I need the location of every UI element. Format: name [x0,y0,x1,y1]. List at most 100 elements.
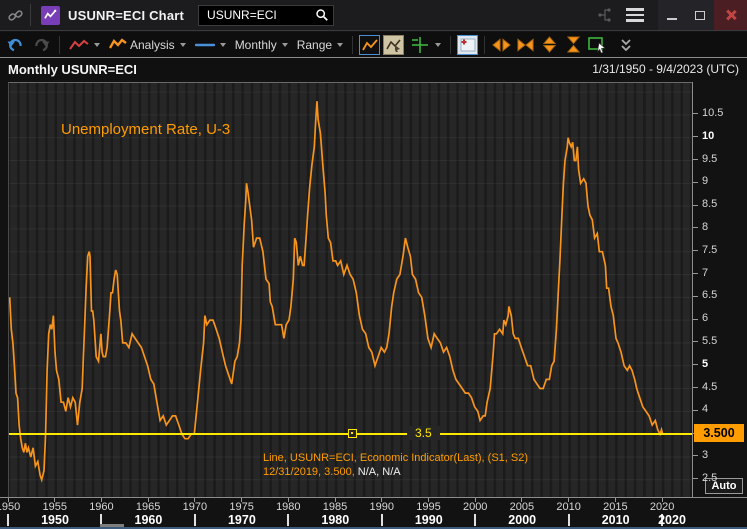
more-tools-button[interactable] [617,36,635,54]
y-tick-mark [693,296,698,297]
y-tick-mark [693,455,698,456]
line-color-button[interactable] [192,40,229,50]
analysis-dropdown[interactable]: Analysis [106,36,189,54]
x-tick-label: 2020 [645,501,679,513]
y-tick-mark [693,113,698,114]
x-tick-label: 1950 [0,501,25,513]
chevron-down-icon [282,43,288,47]
titlebar-right-controls [590,0,747,30]
chevron-down-icon [180,43,186,47]
chain-link-icon [8,8,23,23]
legend-line1: Line, USUNR=ECI, Economic Indicator(Last… [263,451,528,465]
layout-link-button[interactable] [590,0,620,30]
undo-button[interactable] [4,34,27,55]
window-controls [658,0,747,30]
interval-dropdown[interactable]: Monthly [232,36,291,54]
y-tick-label: 5 [702,358,708,370]
link-channel-button[interactable] [0,8,30,23]
undo-icon [7,36,24,53]
red-zigzag-icon [69,38,89,52]
chevron-down-icon [94,43,100,47]
x-decade-label: 1980 [312,513,358,527]
y-tick-label: 7.5 [702,244,717,256]
trend-line-handle[interactable] [348,429,357,438]
compress-horizontal-icon [516,37,535,53]
titlebar-divider [30,4,31,26]
range-dropdown[interactable]: Range [294,36,346,54]
x-tick-label: 1955 [38,501,72,513]
close-icon [725,9,737,21]
close-button[interactable] [714,0,747,30]
chevron-down-icon [220,43,226,47]
y-tick-label: 2.5 [702,472,717,484]
chart-toolbar: Analysis Monthly Range [0,32,747,57]
symbol-search-box[interactable] [198,5,334,26]
y-tick-label: 5.5 [702,335,717,347]
analysis-label: Analysis [130,38,175,52]
x-decade-tick [568,514,570,526]
chart-app-icon [41,6,60,25]
hand-chart-icon [386,38,402,52]
double-chevron-down-icon [620,38,632,52]
maximize-button[interactable] [686,0,714,30]
series-legend: Line, USUNR=ECI, Economic Indicator(Last… [263,451,528,479]
y-tick-mark [693,205,698,206]
y-tick-mark [693,364,698,365]
x-decade-tick [194,514,196,526]
pointer-analysis-button[interactable] [383,35,404,55]
y-tick-mark [693,273,698,274]
chart-type-button[interactable] [359,35,380,55]
compress-horizontal-button[interactable] [515,35,536,55]
y-tick-label: 4.5 [702,381,717,393]
x-tick-label: 2000 [458,501,492,513]
plot-area[interactable]: Unemployment Rate, U-3 3.5 Line, USUNR=E… [8,82,692,497]
y-tick-label: 6.5 [702,289,717,301]
y-tick-mark [693,387,698,388]
legend-line2: 12/31/2019, 3.500, N/A, N/A [263,465,528,479]
x-tick-label: 1970 [178,501,212,513]
y-tick-label: 8.5 [702,198,717,210]
line-chart-icon [362,38,378,52]
title-bar: USUNR=ECI Chart [0,0,747,31]
toolbar-divider [450,36,451,54]
zigzag-chart-icon [44,9,57,22]
x-tick-label: 2005 [505,501,539,513]
minimize-icon [667,18,677,20]
redo-button[interactable] [30,34,53,55]
y-tick-mark [693,319,698,320]
y-tick-mark [693,250,698,251]
y-tick-label: 8 [702,221,708,233]
y-tick-mark [693,227,698,228]
add-subchart-button[interactable] [457,35,478,55]
app-title: USUNR=ECI Chart [68,8,184,23]
compress-vertical-icon [565,36,582,53]
line-style-button[interactable] [66,36,103,54]
y-tick-label: 9.5 [702,153,717,165]
axis-tools-button[interactable] [407,34,444,56]
compress-vertical-button[interactable] [563,35,584,55]
x-tick-label: 1975 [225,501,259,513]
toolbar-divider [352,36,353,54]
x-decade-label: 1950 [32,513,78,527]
search-icon[interactable] [315,8,329,22]
x-decade-tick [381,514,383,526]
interval-label: Monthly [235,38,277,52]
expand-horizontal-icon [492,37,511,53]
x-decade-label: 2020 [649,513,695,527]
expand-vertical-button[interactable] [539,35,560,55]
minimize-button[interactable] [658,0,686,30]
y-tick-mark [693,341,698,342]
y-tick-label: 3 [702,449,708,461]
y-tick-label: 6 [702,312,708,324]
selection-mode-button[interactable] [587,35,608,55]
x-tick-label: 1990 [365,501,399,513]
x-decade-label: 1960 [125,513,171,527]
x-decade-label: 2000 [499,513,545,527]
chart-subtitle: Monthly USUNR=ECI [8,62,137,77]
green-axis-icon [410,36,430,54]
symbol-search-input[interactable] [207,8,315,22]
app-menu-button[interactable] [620,0,650,30]
date-range-label: 1/31/1950 - 9/4/2023 (UTC) [592,62,739,76]
expand-horizontal-button[interactable] [491,35,512,55]
y-axis[interactable]: Auto 2.533.544.555.566.577.588.599.51010… [692,82,747,497]
